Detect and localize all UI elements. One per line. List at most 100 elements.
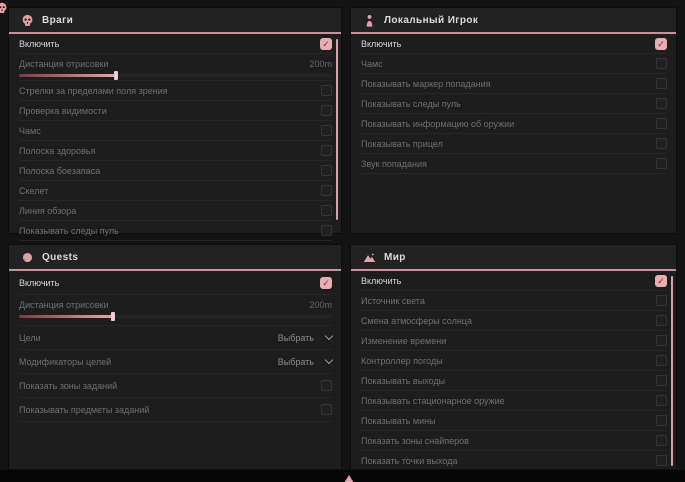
checkbox[interactable] [656,395,667,406]
toggle-row: Звук попадания [361,154,667,174]
toggle-row: Показать зоны заданий [19,374,332,398]
toggle-row: Контроллер погоды [361,351,667,371]
orb-icon [21,251,34,264]
checkbox[interactable]: ✓ [655,38,667,50]
chevron-down-icon [325,356,333,364]
panel-title: Враги [42,15,73,26]
toggle-row: Скелет [19,181,332,201]
person-icon [363,14,376,27]
toggle-row: Показывать следы пуль [361,94,667,114]
slider-track[interactable] [19,315,332,318]
checkbox[interactable] [656,455,667,466]
checkbox[interactable] [656,98,667,109]
toggle-label: Полоска здоровья [19,146,95,156]
checkbox[interactable] [656,58,667,69]
checkbox[interactable] [321,165,332,176]
toggle-row: Чамс [361,54,667,74]
checkbox[interactable] [656,158,667,169]
checkbox[interactable] [321,205,332,216]
checkbox[interactable] [656,118,667,129]
slider-labels: Дистанция отрисовки200m [19,297,332,312]
toggle-label: Показывать прицел [361,139,443,149]
toggle-row: Источник света [361,291,667,311]
checkbox[interactable] [656,315,667,326]
toggle-label: Показывать следы пуль [19,226,119,236]
slider-track[interactable] [19,74,332,77]
panel-title: Мир [384,252,406,263]
toggle-label: Включить [361,276,401,286]
checkbox[interactable] [321,85,332,96]
checkbox[interactable] [321,185,332,196]
slider-labels: Дистанция отрисовки 200m [19,56,332,71]
toggle-row: Включить ✓ [361,271,667,291]
select-row: Модификаторы целейВыбрать [19,350,332,374]
checkbox[interactable] [656,138,667,149]
checkbox[interactable] [321,105,332,116]
toggle-label: Показать точки выхода [361,456,457,466]
panel-enemies-header: Враги [9,8,341,34]
slider-value: 200m [309,300,332,310]
toggle-label: Показывать стационарное оружие [361,396,505,406]
checkbox[interactable]: ✓ [320,277,332,289]
panel-world-header: Мир [351,245,676,271]
toggle-row: Показывать маркер попадания [361,74,667,94]
scrollbar[interactable] [671,276,673,466]
checkbox[interactable] [321,404,332,415]
toggle-label: Включить [19,39,59,49]
slider-value: 200m [309,59,332,69]
checkbox[interactable] [656,415,667,426]
checkbox[interactable] [656,375,667,386]
slider-handle[interactable] [111,312,115,321]
slider-fill [19,315,113,318]
toggle-label: Показывать предметы заданий [19,405,149,415]
panel-quests-header: Quests [9,245,341,271]
checkbox[interactable] [656,355,667,366]
toggle-label: Стрелки за пределами поля зрения [19,86,168,96]
slider-label: Дистанция отрисовки [19,59,109,69]
toggle-row: Стрелки за пределами поля зрения [19,81,332,101]
checkbox[interactable] [321,380,332,391]
checkbox[interactable] [321,125,332,136]
toggle-row: Включить✓ [19,271,332,295]
toggle-row: Показывать предметы заданий [19,398,332,422]
dropdown[interactable]: Выбрать [278,333,332,343]
cursor-arrow [344,475,354,482]
checkbox[interactable] [656,335,667,346]
toggle-label: Полоска боезапаса [19,166,100,176]
checkbox[interactable] [321,145,332,156]
scrollbar[interactable] [336,39,338,220]
checkbox[interactable] [321,225,332,236]
checkbox[interactable]: ✓ [655,275,667,287]
toggle-row: Показать зоны снайперов [361,431,667,451]
slider-row: Дистанция отрисовки200m [19,295,332,326]
checkbox[interactable] [656,295,667,306]
toggle-row: Включить ✓ [19,34,332,54]
checkbox[interactable] [656,78,667,89]
toggle-row: Показать точки выхода [361,451,667,471]
panel-local-player: Локальный Игрок Включить✓Чамс Показывать … [350,7,677,234]
toggle-row: Полоска боезапаса [19,161,332,181]
toggle-label: Показывать маркер попадания [361,79,491,89]
toggle-label: Смена атмосферы солнца [361,316,472,326]
toggle-row: Изменение времени [361,331,667,351]
checkbox[interactable]: ✓ [320,38,332,50]
toggle-label: Показывать выходы [361,376,445,386]
toggle-row: Показывать прицел [361,134,667,154]
checkbox[interactable] [656,435,667,446]
slider-handle[interactable] [114,71,118,80]
corner-skull-icon [0,1,8,13]
panel-local-player-header: Локальный Игрок [351,8,676,34]
panel-quests: Quests Включить✓Дистанция отрисовки200mЦ… [8,244,342,470]
toggle-label: Проверка видимости [19,106,107,116]
dropdown[interactable]: Выбрать [278,357,332,367]
toggle-label: Показать зоны заданий [19,381,117,391]
toggle-label: Чамс [19,126,41,136]
panel-local-player-body: Включить✓Чамс Показывать маркер попадания… [351,34,676,174]
toggle-row: Показывать следы пуль [19,221,332,241]
toggle-row: Показывать мины [361,411,667,431]
toggle-row: Чамс [19,121,332,141]
toggle-label: Показать зоны снайперов [361,436,469,446]
dropdown-value: Выбрать [278,357,314,367]
toggle-row: Включить✓ [361,34,667,54]
panel-enemies: Враги Включить ✓ Дистанция отрисовки 200m Ст… [8,7,342,234]
